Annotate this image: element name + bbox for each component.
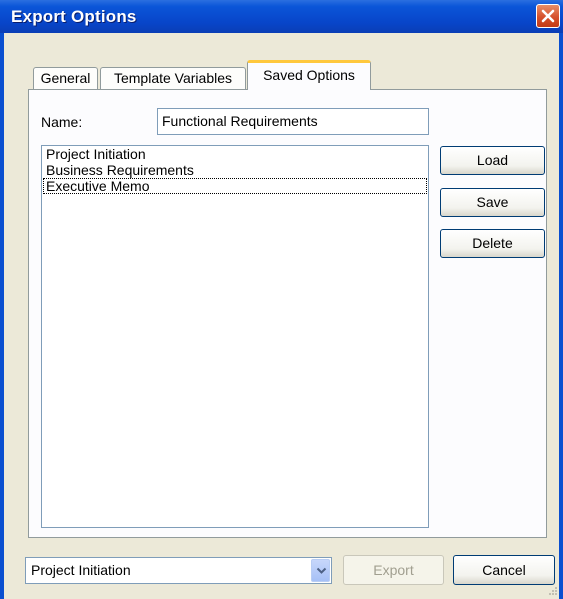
window-border-left [0, 33, 4, 599]
saved-options-list[interactable]: Project Initiation Business Requirements… [41, 145, 429, 528]
delete-button[interactable]: Delete [440, 229, 545, 258]
tab-saved-options[interactable]: Saved Options [247, 60, 371, 90]
list-item[interactable]: Executive Memo [43, 178, 427, 194]
cancel-button[interactable]: Cancel [453, 555, 555, 585]
chevron-down-icon [316, 567, 327, 574]
list-item[interactable]: Business Requirements [42, 162, 428, 178]
load-button[interactable]: Load [440, 146, 545, 175]
template-select[interactable]: Project Initiation [25, 557, 332, 584]
close-button[interactable] [536, 4, 560, 28]
template-select-value: Project Initiation [31, 562, 131, 578]
name-label: Name: [41, 114, 83, 130]
window-title: Export Options [11, 7, 137, 26]
tab-template-variables-label: Template Variables [113, 70, 233, 86]
export-button[interactable]: Export [343, 555, 444, 585]
close-icon [541, 9, 555, 23]
name-input[interactable]: Functional Requirements [157, 108, 429, 135]
window-border-right [559, 33, 563, 599]
tab-template-variables[interactable]: Template Variables [100, 67, 246, 89]
resize-grip-icon[interactable] [548, 586, 558, 596]
template-select-dropdown-button[interactable] [311, 559, 330, 582]
title-bar[interactable]: Export Options [0, 0, 563, 33]
tab-saved-options-label: Saved Options [263, 67, 355, 83]
tab-general[interactable]: General [33, 67, 98, 89]
tab-general-label: General [40, 70, 91, 86]
export-options-dialog: Export Options General Template Variable… [0, 0, 563, 599]
save-button[interactable]: Save [440, 188, 545, 217]
list-item[interactable]: Project Initiation [42, 146, 428, 162]
